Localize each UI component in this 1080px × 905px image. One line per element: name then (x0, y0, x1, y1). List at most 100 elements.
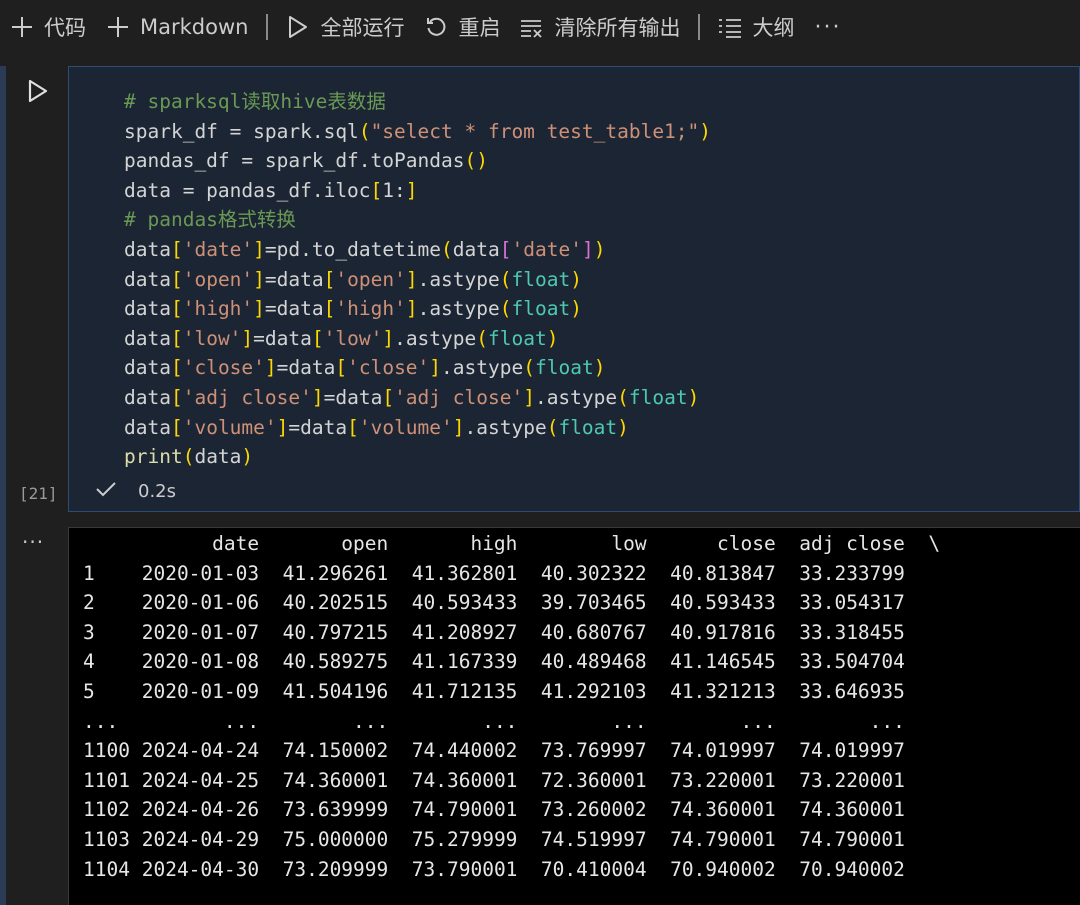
row-index: 1 (83, 561, 130, 585)
row-index: 1102 (83, 798, 130, 822)
code-token: ] (264, 356, 277, 380)
code-token: ] (523, 385, 535, 409)
code-editor[interactable]: # sparksql读取hive表数据 spark_df = spark.sql(… (68, 66, 1080, 512)
cell-value: 33.504704 (799, 650, 905, 674)
code-line[interactable]: spark_df = spark.sql("select * from test… (124, 117, 711, 147)
toolbar-divider (698, 14, 701, 40)
notebook-toolbar: 代码 Markdown 全部运行 重启 清除所有输出 大纲 ··· (0, 0, 1080, 54)
output-row: ... ... ... ... ... ... ... (83, 707, 940, 737)
code-token: ] (405, 297, 418, 321)
cell-value: 74.790001 (411, 798, 518, 822)
code-token: =data (253, 326, 312, 350)
cell-value: 74.019997 (670, 739, 776, 763)
row-index: ... (83, 709, 130, 733)
code-token: 'volume' (358, 415, 453, 439)
run-all-button[interactable]: 全部运行 (276, 7, 414, 47)
code-token: ) (593, 237, 606, 261)
restart-label: 重启 (458, 16, 501, 40)
run-cell-button[interactable] (26, 78, 50, 104)
code-token: ( (546, 415, 559, 439)
cell-value: 40.917816 (670, 620, 776, 644)
cell-value: 70.940002 (670, 857, 776, 881)
code-token: ( (499, 297, 512, 321)
code-token: 'low' (182, 326, 242, 350)
code-token: ] (405, 178, 418, 202)
cell-value: 41.167339 (411, 650, 518, 674)
cell-value: 74.360001 (411, 768, 518, 792)
code-token: ( (182, 445, 195, 469)
code-token: 'high' (335, 297, 406, 321)
cell-value: 73.220001 (799, 768, 905, 792)
code-token: ) (699, 119, 712, 143)
cell-value: 41.504196 (282, 679, 389, 703)
restart-button[interactable]: 重启 (414, 7, 510, 47)
code-token: float (511, 267, 571, 291)
code-token: [ (335, 356, 348, 380)
cell-value: 40.589275 (282, 650, 389, 674)
cell-value: 41.321213 (670, 679, 776, 703)
code-line[interactable]: data['high']=data['high'].astype(float) (124, 294, 711, 324)
code-token: "select * from test_table1;" (370, 119, 700, 143)
code-line[interactable]: print(data) (124, 442, 711, 472)
cell-value: ... (282, 709, 389, 733)
code-token: 'low' (323, 326, 383, 350)
code-line[interactable]: # pandas格式转换 (124, 205, 711, 235)
code-line[interactable]: data['open']=data['open'].astype(float) (124, 265, 711, 295)
output-actions-button[interactable]: ··· (22, 530, 44, 554)
cell-value: 74.150002 (282, 739, 389, 763)
output-row: 3 2020-01-07 40.797215 41.208927 40.6807… (83, 618, 940, 648)
cell-value: 73.220001 (670, 768, 776, 792)
cell-value: 74.519997 (540, 827, 647, 851)
clear-all-outputs-button[interactable]: 清除所有输出 (510, 7, 690, 47)
code-token: 'open' (182, 267, 254, 291)
code-line[interactable]: data = pandas_df.iloc[1:] (124, 176, 711, 206)
code-token: 'open' (335, 267, 406, 291)
cell-value: 73.790001 (411, 857, 518, 881)
dataframe-output: date open high low close adj close \ 1 20… (83, 529, 940, 884)
cell-value: 40.489468 (540, 650, 647, 674)
code-line[interactable]: pandas_df = spark_df.toPandas() (124, 146, 711, 176)
cell-value: 41.296261 (282, 561, 389, 585)
cell-value: 74.440002 (411, 739, 518, 763)
cell-value: 40.797215 (282, 620, 389, 644)
code-token: .astype (394, 326, 477, 350)
code-line[interactable]: # sparksql读取hive表数据 (124, 87, 711, 117)
code-token: # pandas格式转换 (124, 208, 296, 232)
code-token: ] (276, 415, 289, 439)
code-token: ) (687, 385, 700, 409)
code-line[interactable]: data['low']=data['low'].astype(float) (124, 324, 711, 354)
cell-value: 74.790001 (799, 827, 905, 851)
code-token: # sparksql读取hive表数据 (124, 90, 386, 113)
code-token: pandas_df = spark_df.toPandas (124, 149, 465, 173)
column-header: adj close (799, 532, 905, 555)
code-token: float (511, 297, 571, 321)
cell-value: 70.940002 (799, 857, 905, 881)
cell-value: 2020-01-03 (141, 561, 260, 585)
cell-value: 41.712135 (411, 679, 518, 703)
outline-label: 大纲 (752, 16, 795, 40)
cell-value: 75.000000 (282, 827, 389, 851)
check-icon (96, 481, 116, 502)
code-token: [ (170, 297, 183, 321)
code-token: 'close' (182, 356, 265, 380)
code-line[interactable]: data['close']=data['close'].astype(float… (124, 353, 711, 383)
row-index: 1100 (83, 739, 130, 763)
cell-value: 73.209999 (282, 857, 389, 881)
outline-button[interactable]: 大纲 (708, 7, 804, 47)
code-token: float (628, 385, 688, 409)
code-line[interactable]: data['volume']=data['volume'].astype(flo… (124, 413, 711, 443)
cell-value: ... (799, 709, 905, 733)
add-code-cell-button[interactable]: 代码 (0, 7, 96, 47)
code-line[interactable]: data['adj close']=data['adj close'].asty… (124, 383, 711, 413)
cell-value: 2020-01-07 (141, 620, 260, 644)
code-token: float (488, 326, 547, 350)
code-line[interactable]: data['date']=pd.to_datetime(data['date']… (124, 235, 711, 265)
add-markdown-cell-button[interactable]: Markdown (96, 7, 258, 47)
code-token: spark_df = spark.sql (124, 119, 359, 143)
code-token: data (452, 237, 500, 261)
code-content[interactable]: # sparksql读取hive表数据 spark_df = spark.sql(… (124, 87, 711, 472)
code-token: ) (546, 326, 559, 350)
column-header: high (411, 532, 518, 555)
output-header-row: date open high low close adj close \ (83, 529, 940, 559)
more-actions-button[interactable]: ··· (804, 7, 851, 47)
